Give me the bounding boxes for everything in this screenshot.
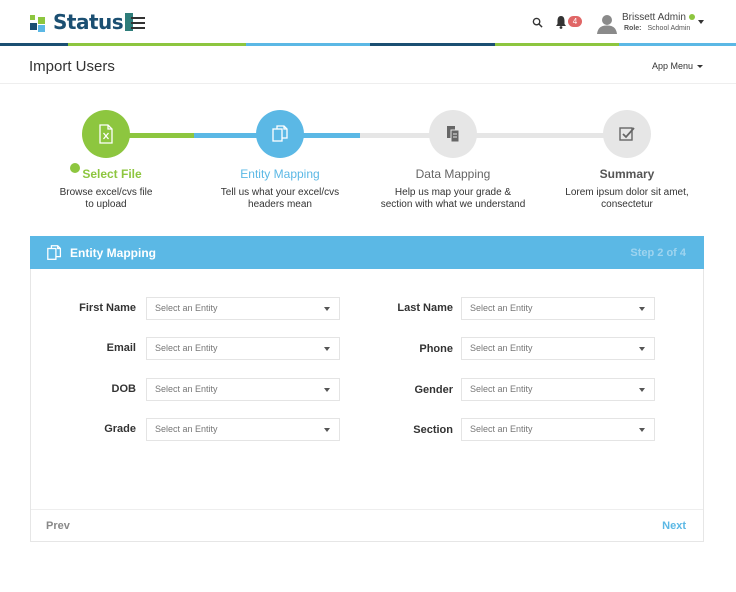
step-title: Summary <box>599 167 655 181</box>
section-select[interactable]: Select an Entity <box>461 418 655 441</box>
page-header: Import Users App Menu <box>0 46 736 84</box>
online-status-icon <box>688 14 695 21</box>
caret-down-icon <box>324 347 330 351</box>
step-circle[interactable] <box>256 110 304 158</box>
caret-down-icon <box>324 388 330 392</box>
documents-icon <box>447 126 460 143</box>
step-circle[interactable] <box>603 110 651 158</box>
gender-label: Gender <box>414 384 453 396</box>
select-placeholder: Select an Entity <box>470 424 533 434</box>
caret-down-icon <box>639 428 645 432</box>
caret-down-icon <box>639 388 645 392</box>
select-placeholder: Select an Entity <box>155 424 218 434</box>
role-value: School Admin <box>647 25 691 32</box>
copy-icon <box>272 125 288 142</box>
next-button[interactable]: Next <box>662 520 686 532</box>
prev-button[interactable]: Prev <box>46 520 70 532</box>
step-description: Lorem ipsum dolor sit amet, consectetur <box>565 187 689 210</box>
logo-mark <box>30 11 52 33</box>
gender-select[interactable]: Select an Entity <box>461 378 655 401</box>
excel-file-icon <box>99 124 113 144</box>
caret-down-icon <box>324 307 330 311</box>
grade-select[interactable]: Select an Entity <box>146 418 340 441</box>
entity-mapping-panel: Entity Mapping Step 2 of 4 First Name Se… <box>30 236 704 542</box>
email-select[interactable]: Select an Entity <box>146 337 340 360</box>
select-placeholder: Select an Entity <box>470 343 533 353</box>
first-name-select[interactable]: Select an Entity <box>146 297 340 320</box>
phone-label: Phone <box>419 343 453 355</box>
step-circle[interactable] <box>82 110 130 158</box>
dob-label: DOB <box>111 383 136 395</box>
caret-down-icon <box>639 307 645 311</box>
app-menu-label: App Menu <box>652 61 694 71</box>
last-name-label: Last Name <box>397 302 453 314</box>
step-circle[interactable] <box>429 110 477 158</box>
user-name-text: Brissett Admin <box>622 12 686 23</box>
panel-footer: Prev Next <box>31 509 703 541</box>
select-placeholder: Select an Entity <box>470 303 533 313</box>
step-description: Tell us what your excel/cvs headers mean <box>220 187 340 210</box>
user-name[interactable]: Brissett Admin <box>622 12 695 23</box>
copy-icon <box>47 245 62 260</box>
step-title: Entity Mapping <box>240 167 320 181</box>
select-placeholder: Select an Entity <box>470 384 533 394</box>
search-icon[interactable] <box>532 17 543 28</box>
caret-down-icon <box>697 65 704 69</box>
progress-track-pending <box>360 133 627 138</box>
role-label: Role: <box>624 25 642 32</box>
phone-select[interactable]: Select an Entity <box>461 337 655 360</box>
menu-icon[interactable] <box>131 17 145 29</box>
first-name-label: First Name <box>79 302 136 314</box>
user-role: Role: School Admin <box>624 25 690 32</box>
app-menu-dropdown[interactable]: App Menu <box>652 61 704 71</box>
bell-icon[interactable] <box>555 15 567 29</box>
step-title: Data Mapping <box>415 167 491 181</box>
logo-text: Status <box>53 10 124 34</box>
chevron-down-icon[interactable] <box>698 20 704 24</box>
step-counter: Step 2 of 4 <box>630 247 686 259</box>
step-description: Help us map your grade & section with wh… <box>380 187 526 210</box>
grade-label: Grade <box>104 423 136 435</box>
panel-title: Entity Mapping <box>70 246 156 260</box>
status-logo[interactable]: Status <box>30 10 134 34</box>
top-navbar: Status 4 Brissett Admin Role: School Admi… <box>0 0 736 44</box>
avatar[interactable] <box>596 12 618 34</box>
notification-badge[interactable]: 4 <box>568 16 582 27</box>
caret-down-icon <box>639 347 645 351</box>
step-title: Select File <box>6 163 206 181</box>
last-name-select[interactable]: Select an Entity <box>461 297 655 320</box>
section-label: Section <box>413 424 453 436</box>
email-label: Email <box>106 342 136 354</box>
checklist-icon <box>619 127 635 141</box>
import-wizard-steps: Select File Browse excel/cvs file to upl… <box>0 100 736 220</box>
select-placeholder: Select an Entity <box>155 343 218 353</box>
step-description: Browse excel/cvs file to upload <box>59 187 153 210</box>
dob-select[interactable]: Select an Entity <box>146 378 340 401</box>
page-title: Import Users <box>29 58 115 75</box>
check-circle-icon <box>70 163 81 173</box>
select-placeholder: Select an Entity <box>155 384 218 394</box>
caret-down-icon <box>324 428 330 432</box>
select-placeholder: Select an Entity <box>155 303 218 313</box>
panel-header: Entity Mapping Step 2 of 4 <box>30 236 704 269</box>
